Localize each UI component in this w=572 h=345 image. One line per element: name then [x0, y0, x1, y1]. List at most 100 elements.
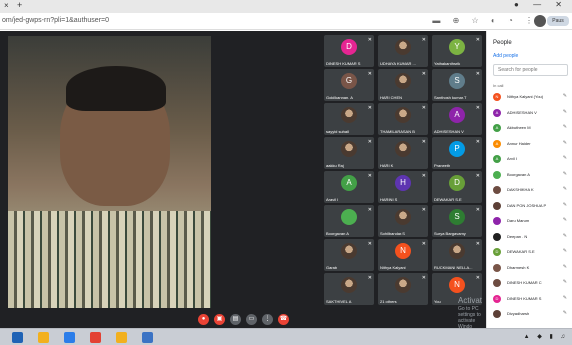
participant-tile[interactable]: H ✕ HARINI S — [378, 171, 428, 203]
people-search-input[interactable]: Search for people — [493, 64, 568, 76]
people-list-item[interactable]: A Akbutheen M ✎ — [493, 123, 571, 133]
mic-off-icon: ✕ — [475, 207, 480, 213]
close-tab-icon[interactable]: × — [4, 1, 9, 10]
participant-tile[interactable]: ✕ Sohilbandar.S — [378, 205, 428, 237]
mic-off-icon: ✕ — [475, 71, 480, 77]
participant-photo — [449, 243, 465, 259]
new-tab-icon[interactable]: + — [17, 0, 22, 10]
people-list-item[interactable]: A Annur Haider ✎ — [493, 139, 571, 149]
speaker-shirt — [8, 211, 211, 308]
participant-tile[interactable]: D ✕ DEWAKAR S.E — [432, 171, 482, 203]
people-list-item[interactable]: Boorgavan A ✎ — [493, 170, 571, 180]
participant-tile[interactable]: S ✕ Surya Bargavamy — [432, 205, 482, 237]
participant-avatar: G — [341, 73, 357, 89]
taskbar-app-icon[interactable] — [116, 332, 127, 343]
call-control-button[interactable]: ▤ — [230, 314, 241, 325]
people-list-item[interactable]: A ADHISESHAN V ✎ — [493, 108, 571, 118]
participant-tile[interactable]: ✕ UDHAYA KUMAR ... — [378, 35, 428, 67]
main-speaker-video[interactable] — [8, 36, 211, 308]
paused-profile-button[interactable]: Paus — [547, 16, 569, 26]
person-name: DINESH KUMAR S — [507, 295, 542, 301]
address-bar[interactable]: om/jed-gwps-rn?pli=1&authuser=0 ▬ ⊕ ☆ ◐ … — [0, 13, 572, 30]
participant-tile[interactable]: P ✕ Praneeth — [432, 137, 482, 169]
participant-tile[interactable]: ✕ SAKTHIVEL A — [324, 273, 374, 305]
participant-tile[interactable]: S ✕ Santhosh kumar.T — [432, 69, 482, 101]
person-avatar — [493, 201, 501, 210]
people-list-item[interactable]: D DEWAKAR S.E ✎ — [493, 247, 571, 257]
people-list-item[interactable]: A Arvil I ✎ — [493, 154, 571, 164]
people-list-item[interactable]: DINESH KUMAR C ✎ — [493, 278, 571, 288]
taskbar-app-icon[interactable] — [38, 332, 49, 343]
person-name: Arvil I — [507, 156, 517, 161]
people-list-item[interactable]: N Nithya Kalyani (You) ✎ — [493, 92, 571, 102]
participant-name: Surya Bargavamy — [434, 231, 466, 236]
participant-avatar: P — [449, 141, 465, 157]
mic-off-icon: ✎ — [562, 310, 567, 316]
participant-name: ADHISESHAN V — [434, 129, 464, 134]
mic-off-icon: ✕ — [421, 173, 426, 179]
system-tray[interactable]: ▲ ◆ ▮ ♫ — [524, 333, 568, 340]
call-control-button[interactable]: ☎ — [278, 314, 289, 325]
url-text[interactable]: om/jed-gwps-rn?pli=1&authuser=0 — [2, 17, 109, 24]
participant-tile[interactable]: N ✕ Nithya Kalyani — [378, 239, 428, 271]
person-avatar: N — [493, 93, 501, 101]
participant-name: Gokilkannan. A — [326, 95, 353, 100]
participant-grid: D ✕ DINESH KUMAR S ✕ UDHAYA KUMAR ... Y ✕ Yatha… — [324, 35, 486, 308]
taskbar-app-icon[interactable] — [64, 332, 75, 343]
taskbar-app-icon[interactable] — [90, 332, 101, 343]
participant-photo — [341, 277, 357, 293]
participant-name: 21 others — [380, 299, 397, 304]
participant-tile[interactable]: ✕ sayyid suhail — [324, 103, 374, 135]
participant-tile[interactable]: ✕ HARI K — [378, 137, 428, 169]
people-list-item[interactable]: D DINESH KUMAR S ✎ — [493, 294, 571, 304]
participant-tile[interactable]: ✕ THAMILARASAN B — [378, 103, 428, 135]
participant-tile[interactable]: A ✕ Aravil I — [324, 171, 374, 203]
participant-tile[interactable]: ✕ HARI CHEN — [378, 69, 428, 101]
people-list-item[interactable]: Divyadharsh ✎ — [493, 309, 571, 319]
person-avatar: D — [493, 294, 501, 303]
mic-off-icon: ✎ — [562, 124, 567, 130]
mic-off-icon: ✎ — [562, 217, 567, 223]
participant-tile[interactable]: G ✕ Gokilkannan. A — [324, 69, 374, 101]
participant-tile[interactable]: Y ✕ Yathakanthsrik — [432, 35, 482, 67]
people-list-item[interactable]: DAKSHIKHA K ✎ — [493, 185, 571, 195]
add-people-button[interactable]: Add people — [493, 53, 518, 59]
participant-tile[interactable]: ✕ Boorgavan A — [324, 205, 374, 237]
participant-tile[interactable]: D ✕ DINESH KUMAR S — [324, 35, 374, 67]
mic-off-icon: ✎ — [562, 93, 567, 99]
participant-tile[interactable]: A ✕ ADHISESHAN V — [432, 103, 482, 135]
mic-off-icon: ✎ — [562, 139, 567, 146]
mic-off-icon: ✕ — [367, 105, 372, 111]
address-bar-icons[interactable]: ▬ ⊕ ☆ ◐ ◔ ⋮ — [432, 16, 538, 25]
participant-tile[interactable]: ✕ 21 others — [378, 273, 428, 305]
people-list-item[interactable]: Daru Marum ✎ — [493, 216, 571, 226]
people-list-item[interactable]: DAN PON JOSHUA P ✎ — [493, 201, 571, 211]
participant-name: Sohilbandar.S — [380, 231, 405, 236]
participant-name: Praneeth — [434, 163, 451, 168]
people-list-item[interactable]: Dharmesh K ✎ — [493, 263, 571, 273]
people-list-item[interactable]: Deepan . N ✎ — [493, 232, 571, 242]
mic-off-icon: ✕ — [367, 139, 372, 145]
participant-avatar — [341, 209, 357, 225]
participant-name: UDHAYA KUMAR ... — [380, 61, 416, 66]
mic-off-icon: ✎ — [562, 201, 567, 208]
participant-tile[interactable]: ✕ Garab — [324, 239, 374, 271]
call-control-button[interactable]: ▭ — [246, 314, 257, 325]
mic-off-icon: ✕ — [367, 207, 372, 213]
profile-avatar-icon[interactable] — [534, 15, 546, 27]
call-control-button[interactable]: ⋮ — [262, 314, 273, 325]
mic-off-icon: ✕ — [475, 275, 480, 281]
mic-off-icon: ✕ — [367, 241, 372, 247]
mic-off-icon: ✕ — [475, 173, 480, 179]
call-control-button[interactable]: ● — [198, 314, 209, 325]
person-name: Deepan . N — [507, 233, 528, 239]
participant-tile[interactable]: ✕ RUCKMANI NELLA... — [432, 239, 482, 271]
taskbar-app-icon[interactable] — [12, 332, 23, 343]
call-control-button[interactable]: ▣ — [214, 314, 225, 325]
participant-photo — [395, 141, 411, 157]
mic-off-icon: ✎ — [562, 170, 567, 177]
person-avatar — [493, 217, 501, 225]
taskbar-app-icon[interactable] — [142, 332, 153, 343]
window-controls[interactable]: ● — ✕ — [514, 0, 568, 9]
participant-tile[interactable]: ✕ aakku Raj — [324, 137, 374, 169]
